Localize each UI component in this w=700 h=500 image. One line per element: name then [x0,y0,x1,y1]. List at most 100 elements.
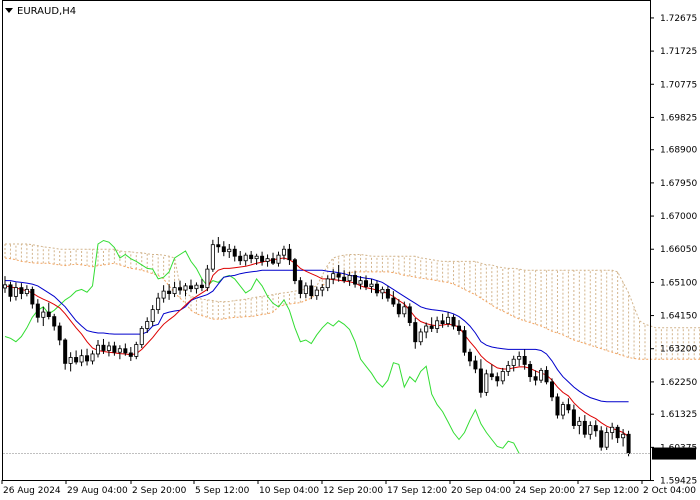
candle-body [271,258,276,264]
candle-body [495,376,500,382]
candle-body [156,297,161,311]
x-tick-label: 27 Sep 12:00 [579,486,639,496]
candle-body [74,357,79,363]
candle-body [265,258,270,262]
candle-body [254,255,259,260]
y-tick-label: 1.67950 [660,179,697,189]
candle-body [528,364,533,378]
y-tick-label: 1.65100 [660,278,697,288]
candle-body [19,287,24,294]
y-tick-label: 1.67000 [660,212,697,222]
candle-body [440,320,445,324]
candle-body [309,285,314,297]
candle-body [79,355,84,363]
x-tick-label: 5 Sep 12:00 [195,486,250,496]
candle-body [517,356,522,360]
candle [462,326,467,356]
y-tick-label: 1.68900 [660,146,697,156]
candle-body [216,244,221,248]
candle-body [128,352,133,357]
candle-body [364,280,369,287]
candle-body [593,425,598,432]
candle-body [457,325,462,331]
chart-background [0,0,700,500]
y-tick-label: 1.63200 [660,345,697,355]
candle-body [199,284,204,289]
candle-body [52,316,57,327]
candle [555,393,560,419]
candle-body [161,290,166,299]
y-tick-label: 1.70775 [660,80,697,90]
x-tick-label: 20 Sep 04:00 [451,486,511,496]
x-tick-label: 2 Sep 20:00 [132,486,187,496]
candle-body [451,316,456,327]
candle-body [533,376,538,381]
candle-body [391,297,396,305]
candle-body [555,396,560,416]
candle-body [347,275,352,282]
candle-body [112,345,117,353]
candle-body [522,356,527,365]
x-tick-label: 2 Oct 04:00 [643,486,696,496]
current-price-tag-label: 1.60198 [656,450,693,460]
candle-body [314,289,319,297]
candle-body [292,259,297,282]
candle-body [194,284,199,290]
x-tick-label: 29 Aug 04:00 [67,486,128,496]
candle-body [424,325,429,333]
candle-body [139,328,144,345]
candle-body [539,369,544,381]
candle-body [41,311,46,318]
candle-body [57,325,62,341]
candle-body [85,355,90,362]
candle-body [35,303,40,318]
candle-body [374,283,379,294]
price-chart[interactable]: 1.72675 1.71725 1.70775 1.69825 1.68900 1.679… [0,0,700,500]
candle-body [484,373,489,393]
candle-body [3,284,8,289]
y-tick-label: 1.64150 [660,312,697,322]
y-tick-label: 1.66050 [660,245,697,255]
x-tick-label: 24 Sep 20:00 [515,486,575,496]
y-tick-label: 1.62250 [660,378,697,388]
y-tick-label: 1.71725 [660,47,697,57]
candle-body [95,344,100,355]
candle [484,369,489,396]
candle-body [369,283,374,287]
candle-body [599,430,604,448]
candle-body [462,330,467,353]
candle-body [413,322,418,343]
candle-body [544,369,549,383]
candle-body [473,360,478,370]
current-price-tag: 1.60198 [652,447,696,460]
candle-body [30,288,35,305]
candle-body [577,420,582,426]
x-tick-label: 17 Sep 12:00 [387,486,447,496]
candle-body [221,246,226,253]
candle [407,303,412,327]
candle-body [210,244,215,270]
candle-body [588,425,593,435]
candle-body [621,433,626,439]
candle [205,264,210,292]
candle-body [582,420,587,435]
candle-body [506,365,511,372]
candle [626,430,631,457]
candle-body [407,306,412,323]
candle-body [303,285,308,294]
candle-body [325,278,330,289]
candle-body [435,320,440,329]
candle-body [571,409,576,426]
candle-body [172,287,177,294]
candle-body [243,254,248,262]
candle-body [610,426,615,433]
candle-body [615,426,620,439]
candle-body [402,306,407,315]
candle-body [353,275,358,285]
candle-body [24,288,29,294]
candle-body [489,373,494,378]
candle-body [238,255,243,262]
candle-body [232,248,237,257]
candle [210,239,215,272]
candle-body [467,351,472,362]
